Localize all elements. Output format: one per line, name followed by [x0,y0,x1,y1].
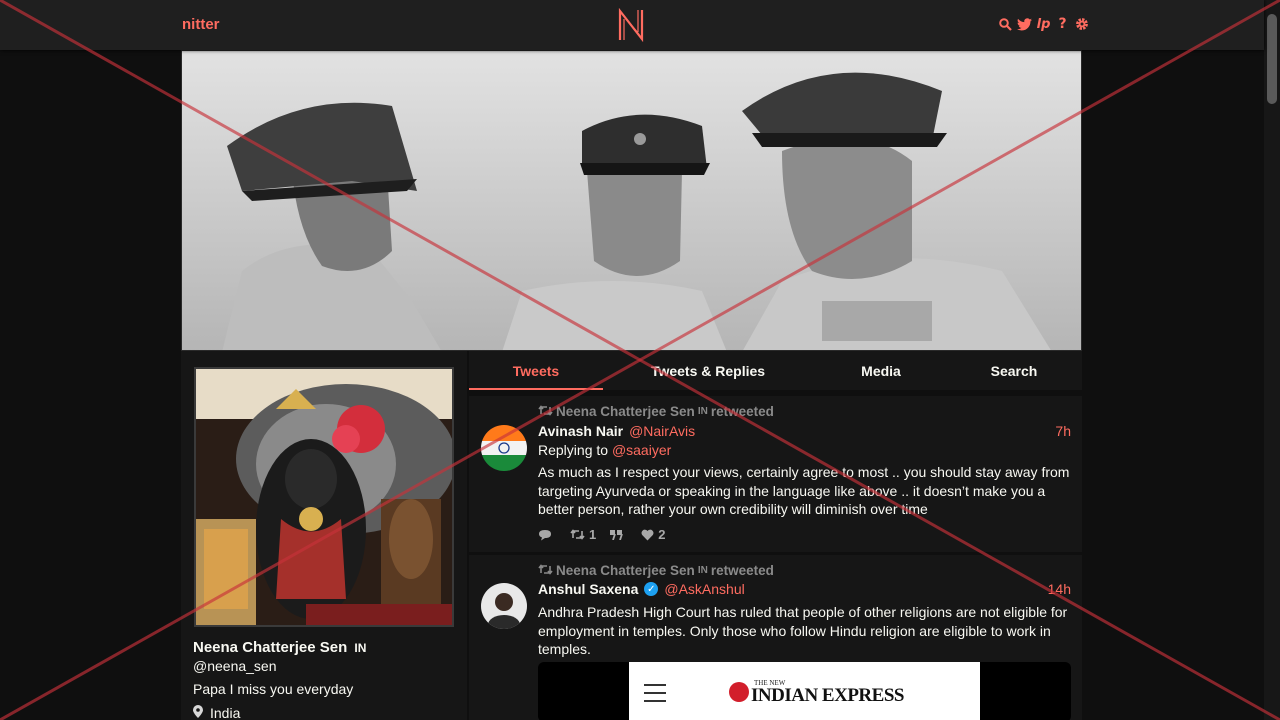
profile-location-text: India [210,705,241,720]
quote-stat[interactable] [610,529,627,540]
tweet-stats: 1 2 [538,527,665,542]
retweeter-name[interactable]: Neena Chatterjee Sen [556,404,695,419]
active-tab-indicator [469,388,603,390]
profile-location: India [193,705,240,720]
like-stat[interactable]: 2 [641,527,665,542]
retweet-label: retweeted [710,404,774,419]
tweet-username[interactable]: @NairAvis [629,423,695,439]
profile-banner[interactable] [181,50,1082,351]
replying-to-label: Replying to [538,442,609,458]
nitter-home-link[interactable]: nitter [182,16,220,33]
profile-avatar[interactable] [194,367,454,627]
tab-search[interactable]: Search [969,363,1059,379]
tweet-date[interactable]: 14h [1048,581,1071,597]
navbar: nitter lp ? [0,0,1264,50]
nav-icons: lp ? [998,16,1089,32]
retweet-count: 1 [589,527,597,542]
retweeter-flag-badge: IN [697,565,708,576]
profile-fullname-text[interactable]: Neena Chatterjee Sen [193,639,347,656]
page-scrollbar[interactable] [1264,0,1280,720]
comment-icon [539,529,551,540]
tweet-content: Andhra Pradesh High Court has ruled that… [538,604,1068,657]
timeline-item[interactable]: Neena Chatterjee Sen IN retweeted Anshul… [469,555,1082,720]
search-icon[interactable] [998,16,1013,32]
twitter-icon[interactable] [1017,16,1032,32]
location-pin-icon [193,705,203,720]
masthead-title: INDIAN EXPRESS [751,685,904,706]
tweet-avatar[interactable] [481,583,527,629]
help-icon[interactable]: ? [1055,16,1070,32]
tweet-header: Avinash Nair @NairAvis [538,423,695,439]
retweet-header: Neena Chatterjee Sen IN retweeted [538,404,774,419]
hamburger-menu-icon [644,684,666,709]
tweet-fullname[interactable]: Avinash Nair [538,423,623,439]
timeline-item[interactable]: Neena Chatterjee Sen IN retweeted Avinas… [469,396,1082,552]
settings-icon[interactable] [1074,16,1089,32]
profile-bio: Papa I miss you everyday [193,681,354,697]
like-count: 2 [658,527,666,542]
verified-badge-icon: ✓ [644,582,659,596]
retweet-icon [538,563,553,578]
retweet-count-icon [570,529,585,540]
profile-username[interactable]: @neena_sen [193,658,277,674]
tab-tweets-replies[interactable]: Tweets & Replies [633,363,783,379]
replying-to-user[interactable]: @saaiyer [612,442,671,458]
retweet-icon [538,404,553,419]
tweet-header: Anshul Saxena ✓ @AskAnshul [538,581,745,597]
tweet-username[interactable]: @AskAnshul [664,581,744,597]
newspaper-logo-icon [729,682,749,702]
media-image: THE NEW INDIAN EXPRESS [629,662,980,720]
tweet-media[interactable]: THE NEW INDIAN EXPRESS [538,662,1071,720]
tab-tweets[interactable]: Tweets [469,363,603,379]
tweet-fullname[interactable]: Anshul Saxena [538,581,638,597]
retweeter-name[interactable]: Neena Chatterjee Sen [556,563,695,578]
lp-icon[interactable]: lp [1036,16,1051,32]
tab-media[interactable]: Media [831,363,931,379]
profile-card: Neena Chatterjee Sen IN @neena_sen Papa … [181,351,467,720]
replying-to: Replying to @saaiyer [538,442,671,458]
heart-icon [641,529,654,540]
scrollbar-thumb[interactable] [1267,14,1277,104]
nitter-logo-icon[interactable] [617,7,645,47]
tweet-avatar[interactable] [481,425,527,471]
timeline-tabs: Tweets Tweets & Replies Media Search [469,351,1082,390]
retweeter-flag-badge: IN [697,406,708,417]
tweet-content: As much as I respect your views, certain… [538,464,1070,517]
quote-icon [610,529,624,540]
profile-flag-badge: IN [354,641,367,655]
tweet-date[interactable]: 7h [1055,423,1071,439]
profile-fullname[interactable]: Neena Chatterjee Sen IN [193,639,366,656]
retweet-header: Neena Chatterjee Sen IN retweeted [538,563,774,578]
retweet-stat[interactable]: 1 [570,527,596,542]
retweet-label: retweeted [710,563,774,578]
comment-stat[interactable] [538,529,556,541]
